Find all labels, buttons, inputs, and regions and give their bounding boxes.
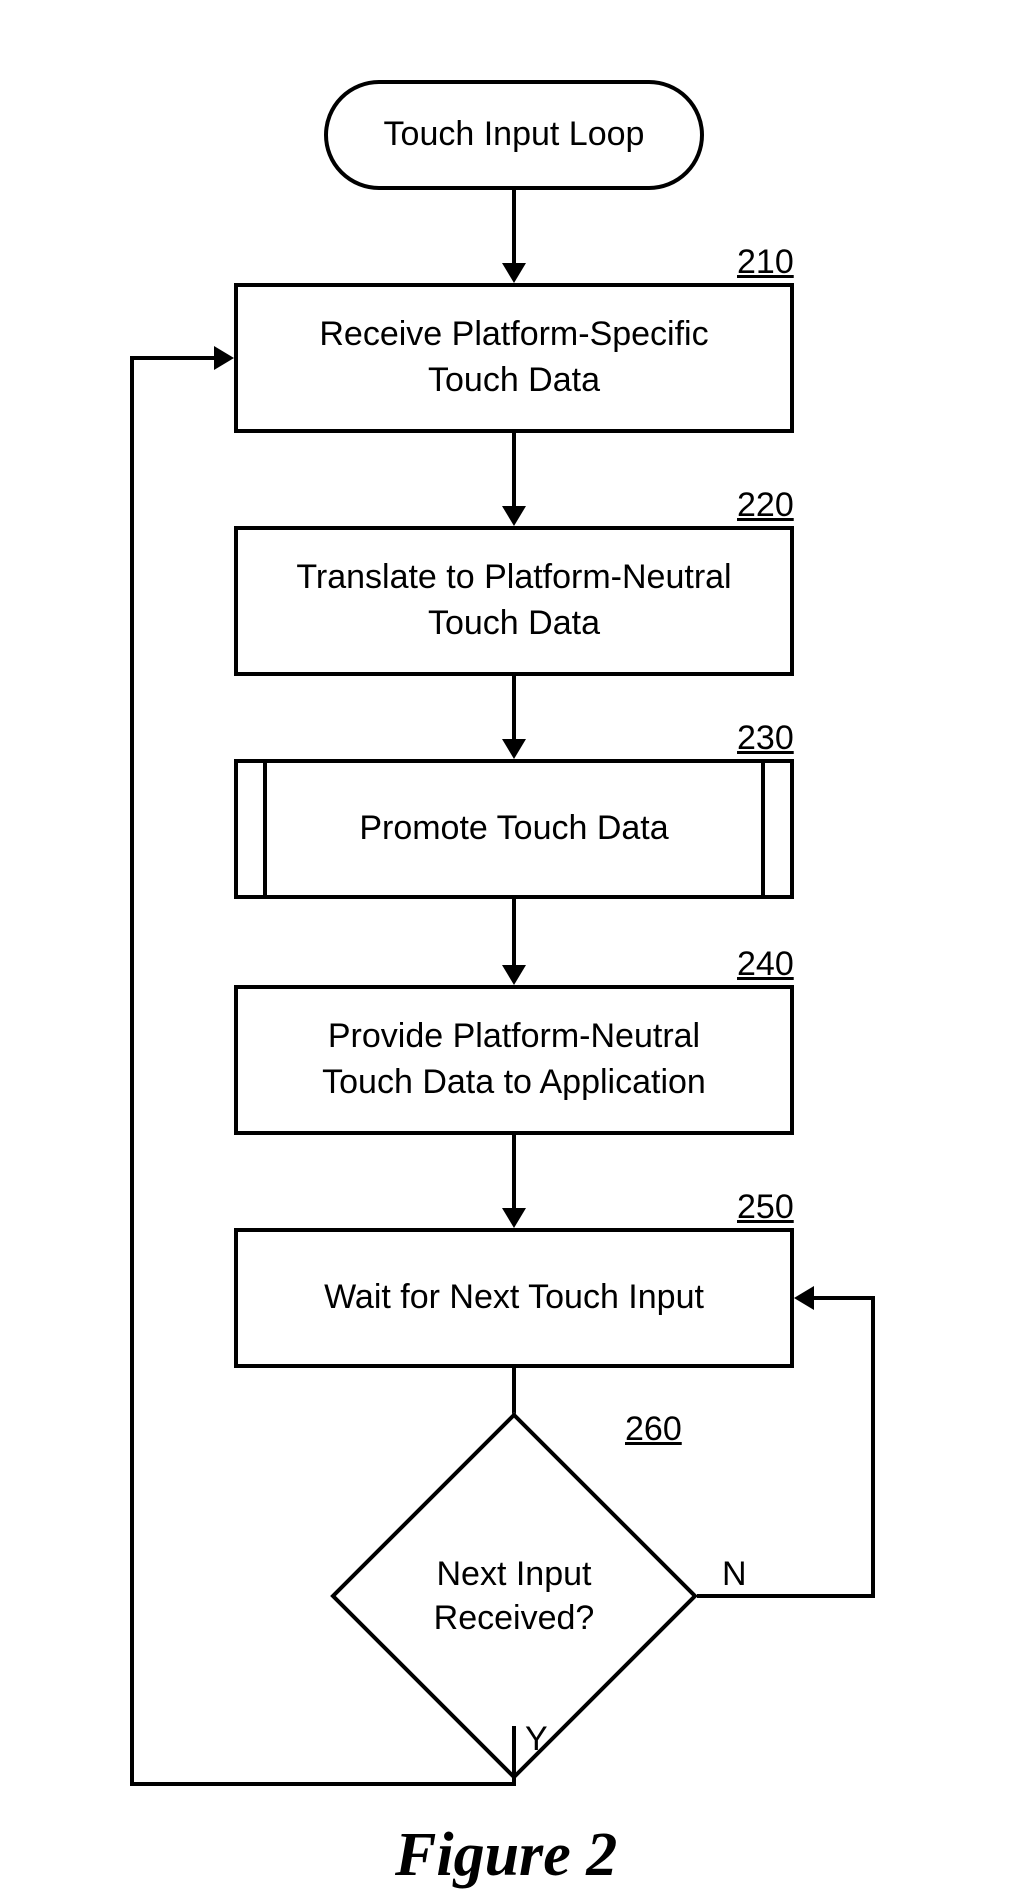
process-label: Wait for Next Touch Input <box>324 1275 704 1321</box>
arrow-down-icon <box>502 965 526 985</box>
process-240: Provide Platform-Neutral Touch Data to A… <box>234 985 794 1135</box>
edge-yes-label: Y <box>525 1720 548 1759</box>
process-220: Translate to Platform-Neutral Touch Data <box>234 526 794 676</box>
connector <box>512 899 516 967</box>
process-210: Receive Platform-Specific Touch Data <box>234 283 794 433</box>
connector <box>512 433 516 508</box>
arrow-right-icon <box>214 346 234 370</box>
edge-no-label: N <box>722 1555 747 1594</box>
connector <box>871 1298 875 1598</box>
ref-220: 220 <box>737 486 794 525</box>
connector <box>512 676 516 741</box>
predefined-left-bar <box>263 763 267 895</box>
ref-260: 260 <box>625 1410 682 1449</box>
ref-240: 240 <box>737 945 794 984</box>
arrow-down-icon <box>502 1208 526 1228</box>
arrow-down-icon <box>502 506 526 526</box>
figure-title: Figure 2 <box>395 1820 617 1891</box>
ref-210: 210 <box>737 243 794 282</box>
ref-250: 250 <box>737 1188 794 1227</box>
process-label: Provide Platform-Neutral Touch Data to A… <box>322 1014 706 1106</box>
terminator-label: Touch Input Loop <box>384 112 645 158</box>
predefined-right-bar <box>761 763 765 895</box>
connector <box>697 1594 875 1598</box>
process-label: Receive Platform-Specific Touch Data <box>319 312 708 404</box>
connector <box>812 1296 875 1300</box>
connector <box>512 190 516 265</box>
predefined-230: Promote Touch Data <box>234 759 794 899</box>
decision-label: Next Input Received? <box>414 1552 614 1640</box>
terminator-start: Touch Input Loop <box>324 80 704 190</box>
arrow-down-icon <box>502 739 526 759</box>
connector <box>512 1726 516 1786</box>
arrow-left-icon <box>794 1286 814 1310</box>
arrow-down-icon <box>502 263 526 283</box>
process-label: Promote Touch Data <box>359 806 668 852</box>
connector <box>130 356 216 360</box>
connector <box>130 1782 516 1786</box>
process-250: Wait for Next Touch Input <box>234 1228 794 1368</box>
ref-230: 230 <box>737 719 794 758</box>
connector <box>130 358 134 1786</box>
process-label: Translate to Platform-Neutral Touch Data <box>296 555 731 647</box>
decision-260: Next Input Received? <box>384 1466 644 1726</box>
connector <box>512 1135 516 1210</box>
